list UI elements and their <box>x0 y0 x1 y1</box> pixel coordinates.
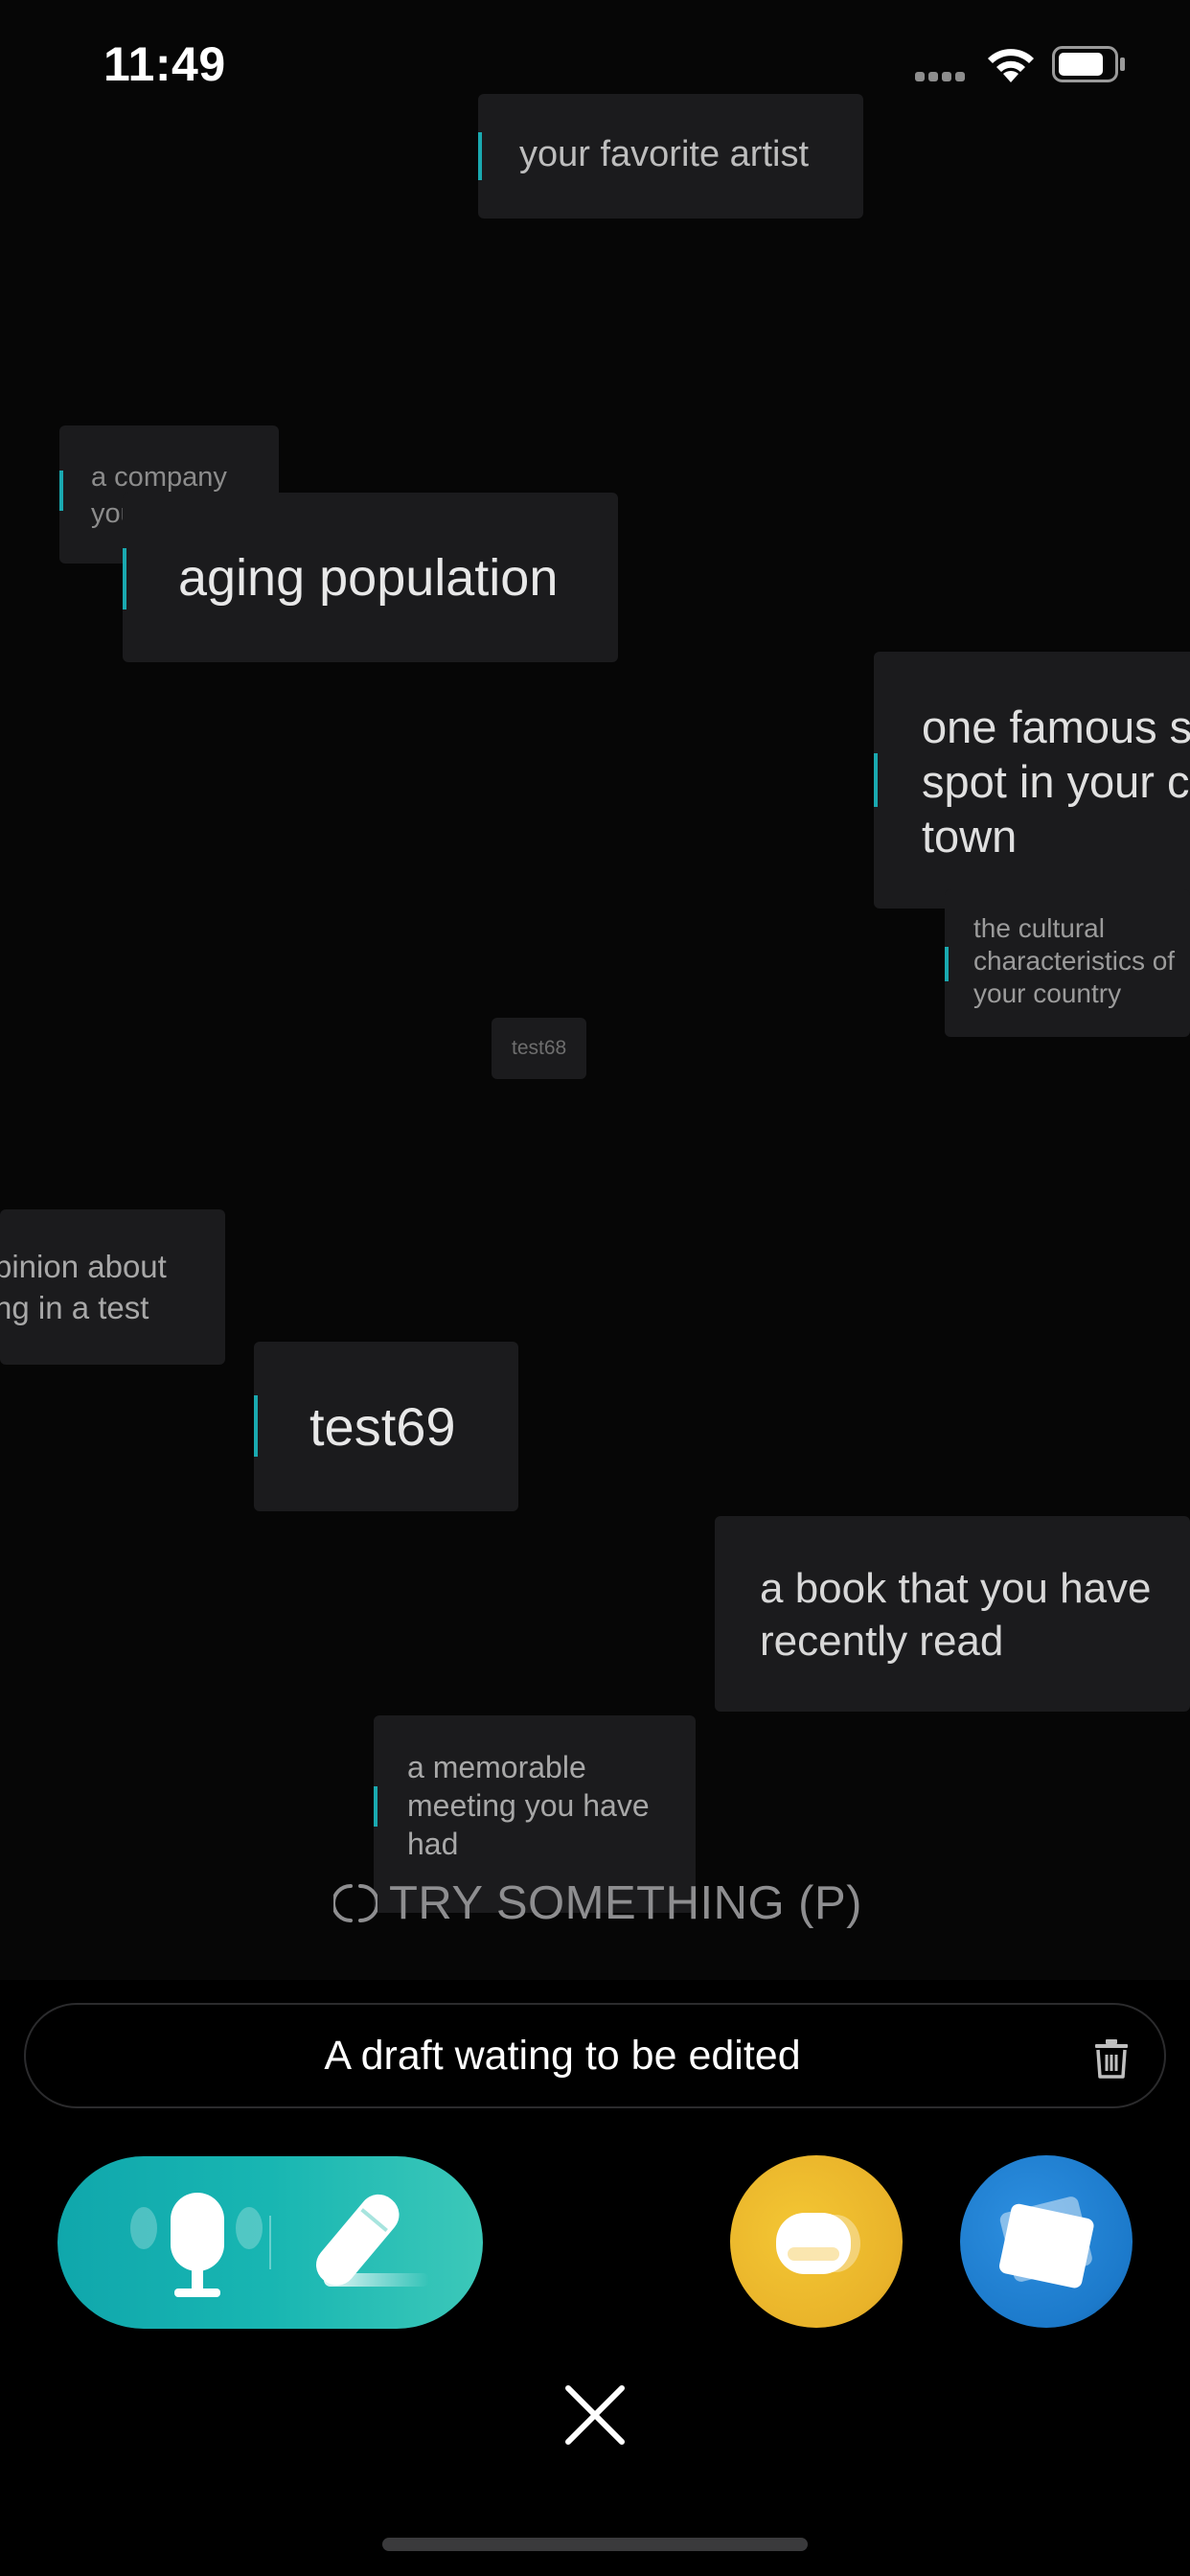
topic-label: test68 <box>512 1037 567 1059</box>
topic-card[interactable]: a book that you have recently read <box>715 1516 1190 1712</box>
signal-dots-icon <box>915 69 973 81</box>
draft-bar[interactable]: A draft wating to be edited <box>24 2003 1166 2108</box>
voice-write-graphics <box>130 2187 429 2297</box>
draft-text: A draft wating to be edited <box>324 2033 801 2079</box>
chat-bubble-icon <box>776 2213 860 2274</box>
battery-icon <box>1052 46 1125 82</box>
topic-label: a book that you have recently read <box>760 1565 1152 1665</box>
cards-icon <box>999 2196 1094 2288</box>
topic-card[interactable]: aging population <box>123 493 618 662</box>
topic-label: pinion about ng in a test <box>0 1249 167 1325</box>
status-time: 11:49 <box>103 37 226 91</box>
topic-card[interactable]: test68 <box>492 1018 586 1079</box>
voice-write-toggle[interactable] <box>57 2156 483 2329</box>
try-something-button[interactable]: TRY SOMETHING (P) <box>333 1874 862 1932</box>
topic-label: a memorable meeting you have had <box>407 1750 650 1861</box>
microphone-icon[interactable] <box>130 2193 263 2297</box>
topic-label: test69 <box>309 1396 456 1457</box>
topic-label: the cultural characteristics of your cou… <box>973 913 1176 1008</box>
cards-button[interactable] <box>960 2155 1133 2328</box>
topic-card[interactable]: your favorite artist <box>478 94 863 218</box>
topic-card[interactable]: pinion about ng in a test <box>0 1209 225 1365</box>
home-indicator[interactable] <box>382 2538 808 2551</box>
wifi-icon <box>988 49 1034 82</box>
topic-card[interactable]: one famous s spot in your c town <box>874 652 1190 908</box>
topic-card[interactable]: test69 <box>254 1342 518 1511</box>
chat-button[interactable] <box>730 2155 903 2328</box>
topic-label: your favorite artist <box>519 134 809 174</box>
try-something-label: TRY SOMETHING (P) <box>389 1877 863 1929</box>
topic-label: one famous s spot in your c town <box>922 702 1190 862</box>
close-icon[interactable] <box>561 2380 629 2450</box>
topic-card[interactable]: the cultural characteristics of your cou… <box>945 889 1190 1037</box>
eraser-pen-icon[interactable] <box>309 2187 429 2293</box>
trash-icon[interactable] <box>1087 2036 1135 2080</box>
refresh-icon <box>333 1884 378 1922</box>
topic-label: aging population <box>178 549 559 607</box>
